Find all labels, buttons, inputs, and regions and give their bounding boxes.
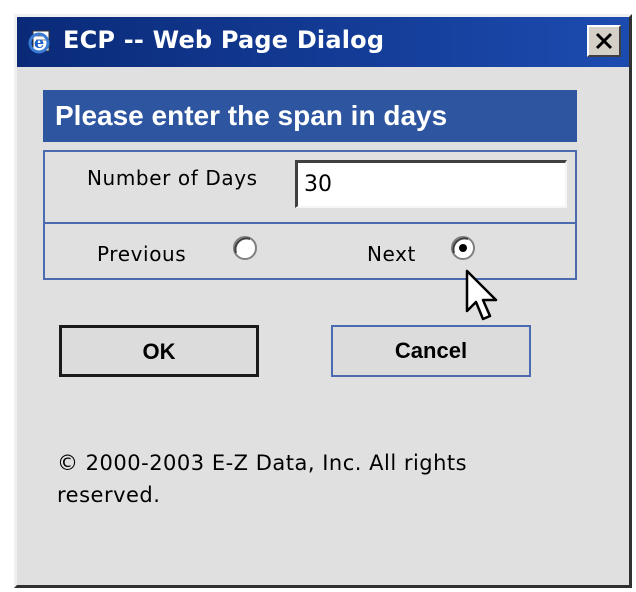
days-label: Number of Days <box>87 166 258 190</box>
next-radio[interactable] <box>449 234 477 262</box>
close-button[interactable] <box>587 25 621 57</box>
copyright-text: © 2000-2003 E-Z Data, Inc. All rights re… <box>57 451 468 507</box>
cancel-button[interactable]: Cancel <box>331 325 531 377</box>
form-divider <box>45 222 575 224</box>
title-bar[interactable]: e ECP -- Web Page Dialog <box>17 17 629 67</box>
ok-button[interactable]: OK <box>59 325 259 377</box>
close-icon <box>595 32 613 50</box>
ie-page-icon: e <box>27 27 55 55</box>
previous-label: Previous <box>97 242 187 266</box>
dialog-window: e ECP -- Web Page Dialog Please enter th… <box>14 14 632 588</box>
days-input[interactable] <box>295 160 567 208</box>
next-label: Next <box>367 242 416 266</box>
span-form: Number of Days Previous Next <box>43 150 577 280</box>
window-title: ECP -- Web Page Dialog <box>63 26 385 54</box>
svg-text:e: e <box>34 33 44 52</box>
previous-radio[interactable] <box>231 234 259 262</box>
dialog-header: Please enter the span in days <box>43 90 577 142</box>
